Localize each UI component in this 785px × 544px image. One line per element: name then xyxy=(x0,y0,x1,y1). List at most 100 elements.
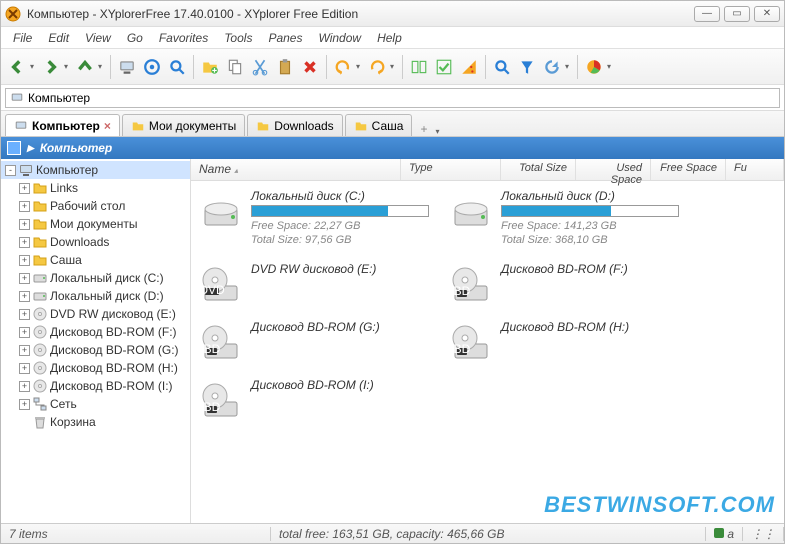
zoom-icon[interactable] xyxy=(165,55,189,79)
undo-icon[interactable] xyxy=(331,55,355,79)
expand-icon[interactable]: + xyxy=(19,183,30,194)
tree-item[interactable]: +DVD RW дисковод (E:) xyxy=(1,305,190,323)
close-button[interactable]: ✕ xyxy=(754,6,780,22)
add-tab-button[interactable]: + xyxy=(414,122,433,136)
delete-icon[interactable] xyxy=(298,55,322,79)
check-icon[interactable] xyxy=(432,55,456,79)
bd-icon: BD xyxy=(199,378,243,422)
tree-item[interactable]: + Сеть xyxy=(1,395,190,413)
computer-icon xyxy=(14,119,28,133)
menu-favorites[interactable]: Favorites xyxy=(151,29,216,47)
expand-icon[interactable]: + xyxy=(19,309,30,320)
col-usedspace[interactable]: Used Space xyxy=(576,159,651,180)
drive-item[interactable]: BDДисковод BD-ROM (H:) xyxy=(449,320,679,364)
tree-item[interactable]: +Дисковод BD-ROM (I:) xyxy=(1,377,190,395)
expand-icon[interactable]: - xyxy=(5,165,16,176)
expand-icon[interactable]: + xyxy=(19,201,30,212)
forward-button[interactable] xyxy=(39,55,63,79)
menu-file[interactable]: File xyxy=(5,29,40,47)
expand-icon[interactable]: + xyxy=(19,345,30,356)
menu-tools[interactable]: Tools xyxy=(216,29,260,47)
col-type[interactable]: Type xyxy=(401,159,501,180)
expand-icon[interactable]: + xyxy=(19,219,30,230)
tab-sasha[interactable]: Саша xyxy=(345,114,413,136)
tree-item[interactable]: +Локальный диск (C:) xyxy=(1,269,190,287)
expand-icon[interactable]: + xyxy=(19,363,30,374)
expand-icon[interactable]: + xyxy=(19,237,30,248)
tab-computer[interactable]: Компьютер × xyxy=(5,114,120,136)
tree-item[interactable]: +Дисковод BD-ROM (G:) xyxy=(1,341,190,359)
menu-panes[interactable]: Panes xyxy=(260,29,310,47)
redo-icon[interactable] xyxy=(365,55,389,79)
tree-label: Сеть xyxy=(50,397,77,411)
menu-view[interactable]: View xyxy=(77,29,119,47)
panes-icon[interactable] xyxy=(407,55,431,79)
address-input[interactable]: Компьютер xyxy=(5,88,780,108)
folder-icon xyxy=(32,252,48,268)
tree-item[interactable]: -Компьютер xyxy=(1,161,190,179)
expand-icon[interactable]: + xyxy=(19,255,30,266)
col-totalsize[interactable]: Total Size xyxy=(501,159,576,180)
tab-downloads[interactable]: Downloads xyxy=(247,114,342,136)
tree-item[interactable]: +Рабочий стол xyxy=(1,197,190,215)
expand-icon[interactable]: + xyxy=(19,327,30,338)
status-totals: total free: 163,51 GB, capacity: 465,66 … xyxy=(271,527,706,541)
tab-documents[interactable]: Мои документы xyxy=(122,114,245,136)
tree-item[interactable]: +Мои документы xyxy=(1,215,190,233)
search-icon[interactable] xyxy=(490,55,514,79)
expand-icon[interactable]: + xyxy=(19,381,30,392)
drive-item[interactable]: DVDDVD RW дисковод (E:) xyxy=(199,262,429,306)
menu-go[interactable]: Go xyxy=(119,29,151,47)
paste-icon[interactable] xyxy=(273,55,297,79)
tab-dropdown[interactable]: ▾ xyxy=(435,127,443,136)
col-freespace[interactable]: Free Space xyxy=(651,159,726,180)
cut-icon[interactable] xyxy=(248,55,272,79)
refresh-icon[interactable] xyxy=(540,55,564,79)
drive-item[interactable]: Локальный диск (D:)Free Space: 141,23 GB… xyxy=(449,189,679,248)
svg-text:BD: BD xyxy=(454,342,471,356)
tree-item[interactable]: +Links xyxy=(1,179,190,197)
close-icon[interactable]: × xyxy=(104,119,111,133)
chart-dropdown[interactable]: ▾ xyxy=(607,62,615,71)
refresh-dropdown[interactable]: ▾ xyxy=(565,62,573,71)
col-name[interactable]: Name ▴ xyxy=(191,159,401,180)
expand-icon[interactable]: + xyxy=(19,273,30,284)
maximize-button[interactable]: ▭ xyxy=(724,6,750,22)
col-fu[interactable]: Fu xyxy=(726,159,784,180)
tree-item[interactable]: +Локальный диск (D:) xyxy=(1,287,190,305)
menu-help[interactable]: Help xyxy=(369,29,410,47)
back-dropdown[interactable]: ▾ xyxy=(30,62,38,71)
computer-icon[interactable] xyxy=(115,55,139,79)
drive-item[interactable]: BDДисковод BD-ROM (G:) xyxy=(199,320,429,364)
menu-edit[interactable]: Edit xyxy=(40,29,77,47)
up-dropdown[interactable]: ▾ xyxy=(98,62,106,71)
drive-item[interactable]: BD Дисковод BD-ROM (I:) xyxy=(199,378,429,422)
tree-item[interactable]: +Downloads xyxy=(1,233,190,251)
pizza-icon[interactable] xyxy=(457,55,481,79)
expand-icon[interactable]: + xyxy=(19,291,30,302)
expand-icon[interactable]: + xyxy=(19,399,30,410)
menu-window[interactable]: Window xyxy=(310,29,369,47)
up-button[interactable] xyxy=(73,55,97,79)
tree-item[interactable]: +Дисковод BD-ROM (H:) xyxy=(1,359,190,377)
chart-icon[interactable] xyxy=(582,55,606,79)
window-title: Компьютер - XYplorerFree 17.40.0100 - XY… xyxy=(27,7,694,21)
new-folder-icon[interactable] xyxy=(198,55,222,79)
tree-item[interactable]: Корзина xyxy=(1,413,190,431)
minimize-button[interactable]: — xyxy=(694,6,720,22)
forward-dropdown[interactable]: ▾ xyxy=(64,62,72,71)
filter-icon[interactable] xyxy=(515,55,539,79)
undo-dropdown[interactable]: ▾ xyxy=(356,62,364,71)
target-icon[interactable] xyxy=(140,55,164,79)
redo-dropdown[interactable]: ▾ xyxy=(390,62,398,71)
back-button[interactable] xyxy=(5,55,29,79)
breadcrumb[interactable]: ▶ Компьютер xyxy=(1,137,784,159)
tree-item[interactable]: +Дисковод BD-ROM (F:) xyxy=(1,323,190,341)
folder-icon xyxy=(131,119,145,133)
drive-name: Дисковод BD-ROM (I:) xyxy=(251,378,429,392)
svg-text:DVD: DVD xyxy=(199,283,225,297)
drive-item[interactable]: BDДисковод BD-ROM (F:) xyxy=(449,262,679,306)
tree-item[interactable]: +Саша xyxy=(1,251,190,269)
drive-item[interactable]: Локальный диск (C:)Free Space: 22,27 GBT… xyxy=(199,189,429,248)
copy-icon[interactable] xyxy=(223,55,247,79)
